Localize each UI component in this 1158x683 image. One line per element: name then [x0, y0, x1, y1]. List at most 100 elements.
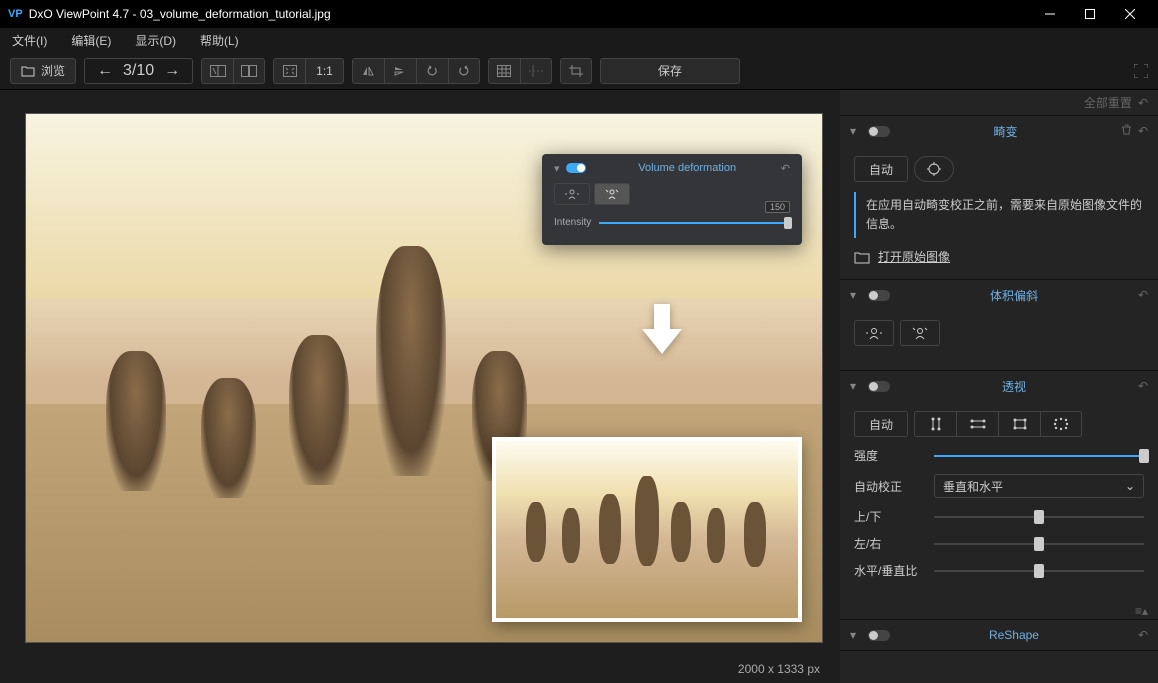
perspective-verticals-icon[interactable]: [914, 411, 956, 437]
perspective-horizontals-icon[interactable]: [956, 411, 998, 437]
image-nav: ← 3/10 →: [84, 58, 193, 84]
window-titlebar: VP DxO ViewPoint 4.7 - 03_volume_deforma…: [0, 0, 1158, 28]
panel-reshape-title: ReShape: [896, 628, 1132, 642]
main-toolbar: 浏览 ← 3/10 → 1:1 保存: [0, 52, 1158, 90]
perspective-hvratio-slider[interactable]: [934, 564, 1144, 578]
overlay-toggle[interactable]: [566, 163, 586, 173]
result-inset-image: [492, 437, 802, 622]
panel-reshape: ▾ ReShape ↶: [840, 620, 1158, 651]
panel-volume-collapse-icon[interactable]: ▾: [850, 288, 862, 302]
crop-icon[interactable]: [560, 58, 592, 84]
perspective-intensity-label: 强度: [854, 447, 924, 464]
menu-help[interactable]: 帮助(L): [196, 30, 243, 51]
main-area: ▾ Volume deformation ↶ Intensity 150: [0, 90, 1158, 683]
panel-volume-title: 体积偏斜: [896, 287, 1132, 304]
distortion-warning: 在应用自动畸变校正之前，需要来自原始图像文件的信息。: [854, 192, 1144, 238]
save-button[interactable]: 保存: [600, 58, 740, 84]
preview-image: ▾ Volume deformation ↶ Intensity 150: [25, 113, 823, 643]
menu-view[interactable]: 显示(D): [131, 30, 180, 51]
perspective-intensity-row: 强度: [854, 447, 1144, 464]
perspective-leftright-label: 左/右: [854, 535, 924, 552]
volume-mode-diagonal-icon[interactable]: [900, 320, 940, 346]
panel-reshape-reset-icon[interactable]: ↶: [1138, 628, 1148, 642]
panel-distortion-delete-icon[interactable]: [1121, 124, 1132, 138]
perspective-updown-slider[interactable]: [934, 510, 1144, 524]
panel-reshape-toggle[interactable]: [868, 630, 890, 641]
perspective-autocorrect-dropdown[interactable]: 垂直和水平 ⌄: [934, 474, 1144, 498]
zoom-100-button[interactable]: 1:1: [305, 58, 344, 84]
perspective-autocorrect-label: 自动校正: [854, 478, 924, 495]
folder-icon: [854, 250, 870, 264]
perspective-updown-label: 上/下: [854, 508, 924, 525]
zoom-group: 1:1: [273, 58, 344, 84]
reset-all-icon[interactable]: ↶: [1138, 96, 1148, 110]
flip-horizontal-icon[interactable]: [352, 58, 384, 84]
menu-file[interactable]: 文件(I): [8, 30, 51, 51]
perspective-autocorrect-value: 垂直和水平: [943, 478, 1003, 495]
panel-volume-toggle[interactable]: [868, 290, 890, 301]
panel-distortion-collapse-icon[interactable]: ▾: [850, 124, 862, 138]
perspective-hvratio-label: 水平/垂直比: [854, 562, 924, 579]
chevron-down-icon: ⌄: [1125, 479, 1135, 493]
guide-icon[interactable]: [520, 58, 552, 84]
distortion-auto-button[interactable]: 自动: [854, 156, 908, 182]
menu-bar: 文件(I) 编辑(E) 显示(D) 帮助(L): [0, 28, 1158, 52]
down-arrow-icon: [642, 304, 682, 354]
zoom-fit-button[interactable]: [273, 58, 305, 84]
perspective-rect-icon[interactable]: [998, 411, 1040, 437]
menu-edit[interactable]: 编辑(E): [67, 30, 115, 51]
transform-group: [352, 58, 480, 84]
panel-distortion: ▾ 畸变 ↶ 自动 在应用自动畸变校正之前，需要来自原始图像文件的信息。 打开原…: [840, 116, 1158, 280]
rotate-right-icon[interactable]: [448, 58, 480, 84]
minimize-button[interactable]: [1030, 0, 1070, 28]
grid-icon[interactable]: [488, 58, 520, 84]
perspective-leftright-slider[interactable]: [934, 537, 1144, 551]
close-button[interactable]: [1110, 0, 1150, 28]
panel-perspective-footer-icon[interactable]: ≡▴: [1135, 604, 1148, 618]
panel-perspective-collapse-icon[interactable]: ▾: [850, 379, 862, 393]
panel-distortion-toggle[interactable]: [868, 126, 890, 137]
open-original-button[interactable]: 打开原始图像: [854, 248, 1144, 265]
image-viewport: ▾ Volume deformation ↶ Intensity 150: [0, 90, 840, 683]
overlay-mode-horizontal-icon[interactable]: [554, 183, 590, 205]
panel-distortion-title: 畸变: [896, 123, 1115, 140]
distortion-manual-icon[interactable]: [914, 156, 954, 182]
canvas-area[interactable]: ▾ Volume deformation ↶ Intensity 150: [0, 90, 840, 655]
perspective-leftright-row: 左/右: [854, 535, 1144, 552]
browse-button[interactable]: 浏览: [10, 58, 76, 84]
panel-perspective: ▾ 透视 ↶ 自动 强度: [840, 371, 1158, 620]
perspective-intensity-slider[interactable]: [934, 449, 1144, 463]
panel-perspective-toggle[interactable]: [868, 381, 890, 392]
compare-side-icon[interactable]: [233, 58, 265, 84]
overlay-collapse-icon[interactable]: ▾: [554, 162, 560, 175]
overlay-title: Volume deformation: [594, 162, 781, 174]
maximize-button[interactable]: [1070, 0, 1110, 28]
overlay-reset-icon[interactable]: ↶: [781, 162, 790, 175]
volume-mode-horizontal-icon[interactable]: [854, 320, 894, 346]
fullscreen-icon[interactable]: [1134, 64, 1148, 78]
perspective-auto-button[interactable]: 自动: [854, 411, 908, 437]
prev-image-button[interactable]: ←: [93, 62, 117, 80]
overlay-intensity-slider[interactable]: 150: [599, 215, 790, 231]
panel-perspective-title: 透视: [896, 378, 1132, 395]
right-sidebar: 全部重置 ↶ ▾ 畸变 ↶ 自动 在应用自动畸变校正之前，需要来自原始图像文件的…: [840, 90, 1158, 683]
next-image-button[interactable]: →: [160, 62, 184, 80]
perspective-8point-icon[interactable]: [1040, 411, 1082, 437]
panel-volume: ▾ 体积偏斜 ↶: [840, 280, 1158, 371]
sidebar-top-bar: 全部重置 ↶: [840, 90, 1158, 116]
panel-distortion-reset-icon[interactable]: ↶: [1138, 124, 1148, 138]
image-dimensions: 2000 x 1333 px: [0, 655, 840, 683]
perspective-hvratio-row: 水平/垂直比: [854, 562, 1144, 579]
rotate-left-icon[interactable]: [416, 58, 448, 84]
panel-perspective-reset-icon[interactable]: ↶: [1138, 379, 1148, 393]
perspective-updown-row: 上/下: [854, 508, 1144, 525]
compare-group: [201, 58, 265, 84]
flip-vertical-icon[interactable]: [384, 58, 416, 84]
reset-all-button[interactable]: 全部重置: [1084, 94, 1132, 111]
overlay-mode-diagonal-icon[interactable]: [594, 183, 630, 205]
perspective-autocorrect-row: 自动校正 垂直和水平 ⌄: [854, 474, 1144, 498]
compare-split-icon[interactable]: [201, 58, 233, 84]
panel-volume-reset-icon[interactable]: ↶: [1138, 288, 1148, 302]
open-original-label: 打开原始图像: [878, 248, 950, 265]
panel-reshape-collapse-icon[interactable]: ▾: [850, 628, 862, 642]
